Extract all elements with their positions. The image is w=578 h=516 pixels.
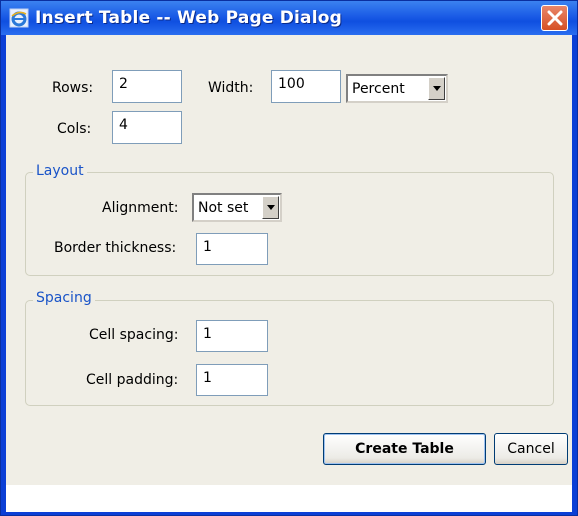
alignment-label: Alignment: [102,200,179,216]
status-strip [6,485,572,512]
close-button[interactable] [541,5,568,31]
alignment-select[interactable]: Not set [192,193,282,222]
dialog-window: Insert Table -- Web Page Dialog Rows: 2 … [0,0,578,516]
cell-spacing-label: Cell spacing: [89,327,179,343]
layout-group [25,172,554,276]
title-bar[interactable]: Insert Table -- Web Page Dialog [1,1,577,35]
layout-legend: Layout [33,163,87,179]
width-input[interactable]: 100 [271,70,341,103]
window-title: Insert Table -- Web Page Dialog [35,8,342,28]
cell-spacing-input[interactable]: 1 [196,320,268,352]
create-table-button[interactable]: Create Table [323,433,486,465]
border-thickness-label: Border thickness: [54,240,177,256]
close-icon [547,10,562,26]
rows-input[interactable]: 2 [112,70,182,103]
chevron-down-icon[interactable] [428,77,445,100]
width-unit-select[interactable]: Percent [346,74,448,103]
spacing-legend: Spacing [33,290,95,306]
cols-input[interactable]: 4 [112,111,182,144]
rows-label: Rows: [52,80,94,96]
cell-padding-input[interactable]: 1 [196,364,268,396]
spacing-group [25,300,554,406]
border-thickness-input[interactable]: 1 [196,233,268,265]
width-unit-value: Percent [352,81,405,97]
cancel-button[interactable]: Cancel [494,433,568,465]
cell-padding-label: Cell padding: [86,372,179,388]
chevron-down-icon[interactable] [262,196,279,219]
dialog-body: Rows: 2 Width: 100 Percent Cols: 4 Layou… [6,35,572,485]
ie-icon [9,8,29,28]
width-label: Width: [208,80,254,96]
cols-label: Cols: [57,121,92,137]
alignment-value: Not set [198,200,249,216]
